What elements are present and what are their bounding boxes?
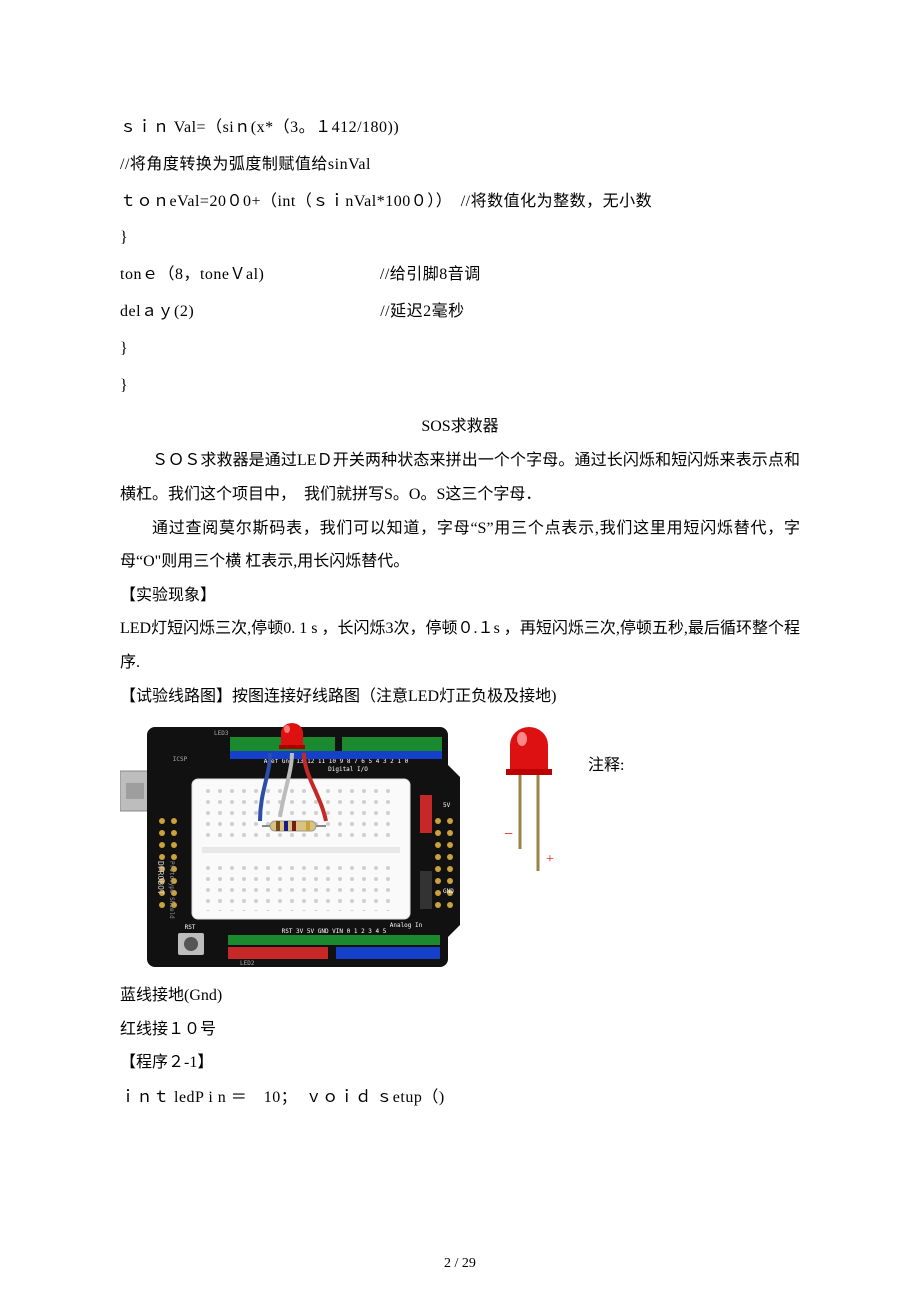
gnd-label: GND [443, 888, 454, 895]
circuit-heading: 【试验线路图】按图连接好线路图（注意LED灯正负极及接地) [120, 680, 800, 714]
experiment-heading: 【实验现象】 [120, 579, 800, 613]
note-label: 注释: [588, 751, 624, 775]
code-line: ｔｏｎeVal=20０0+（int（ｓｉnVal*100０）） //将数值化为整… [120, 184, 800, 221]
figure-row: Aref Gnd 13 12 11 10 9 8 7 6 5 4 3 2 1 0… [120, 721, 800, 971]
code-line: } [120, 331, 800, 368]
power-row-label: RST 3V 5V GND VIN 0 1 2 3 4 5 [282, 928, 387, 935]
wire-note-red: 红线接１０号 [120, 1013, 800, 1047]
code-line: ｓｉｎ Val=（siｎ(x*（3。１412/180)) [120, 110, 800, 147]
code-line: tonｅ（8，toneＶal) //给引脚8音调 [120, 257, 800, 294]
led-on-board-icon [279, 723, 305, 749]
brand-label: DFROBOT [156, 861, 165, 895]
5v-label: 5V [443, 802, 451, 809]
rst-label: RST [185, 924, 196, 931]
icsp-label: ICSP [173, 756, 188, 763]
code-line: } [120, 368, 800, 405]
led-minus-label: − [504, 826, 513, 843]
paragraph: 通过查阅莫尔斯码表，我们可以知道，字母“S”用三个点表示,我们这里用短闪烁替代，… [120, 512, 800, 579]
paragraph: ＳＯＳ求救器是通过LEＤ开关两种状态来拼出一个个字母。通过长闪烁和短闪烁来表示点… [120, 444, 800, 511]
led3-label: LED3 [214, 730, 229, 737]
code-line: ｉｎｔ ledP i n ＝ 10； ｖｏｉｄ ｓetup（) [120, 1080, 800, 1117]
digital-io-label: Digital I/O [328, 766, 368, 773]
paragraph: LED灯短闪烁三次,停顿0. 1 s ，长闪烁3次，停顿０.１s ，再短闪烁三次… [120, 612, 800, 679]
page-number: 2 / 29 [0, 1256, 920, 1272]
section-title: SOS求救器 [120, 412, 800, 436]
program-heading: 【程序２-1】 [120, 1046, 800, 1080]
led-component-figure: − + [494, 721, 564, 891]
reset-button-icon [178, 933, 204, 955]
wire-note-blue: 蓝线接地(Gnd) [120, 979, 800, 1013]
code-line: } [120, 220, 800, 257]
led-plus-label: + [546, 852, 554, 867]
code-line: delａｙ(2) //延迟2毫秒 [120, 294, 800, 331]
code-line: //将角度转换为弧度制赋值给sinVal [120, 147, 800, 184]
shield-label: Prototype Shield [168, 861, 175, 919]
led2-label: LED2 [240, 960, 255, 967]
analog-label: Analog In [390, 922, 423, 929]
digital-pins-label: Aref Gnd 13 12 11 10 9 8 7 6 5 4 3 2 1 0 [264, 758, 409, 765]
arduino-shield-figure: Aref Gnd 13 12 11 10 9 8 7 6 5 4 3 2 1 0… [120, 721, 470, 971]
